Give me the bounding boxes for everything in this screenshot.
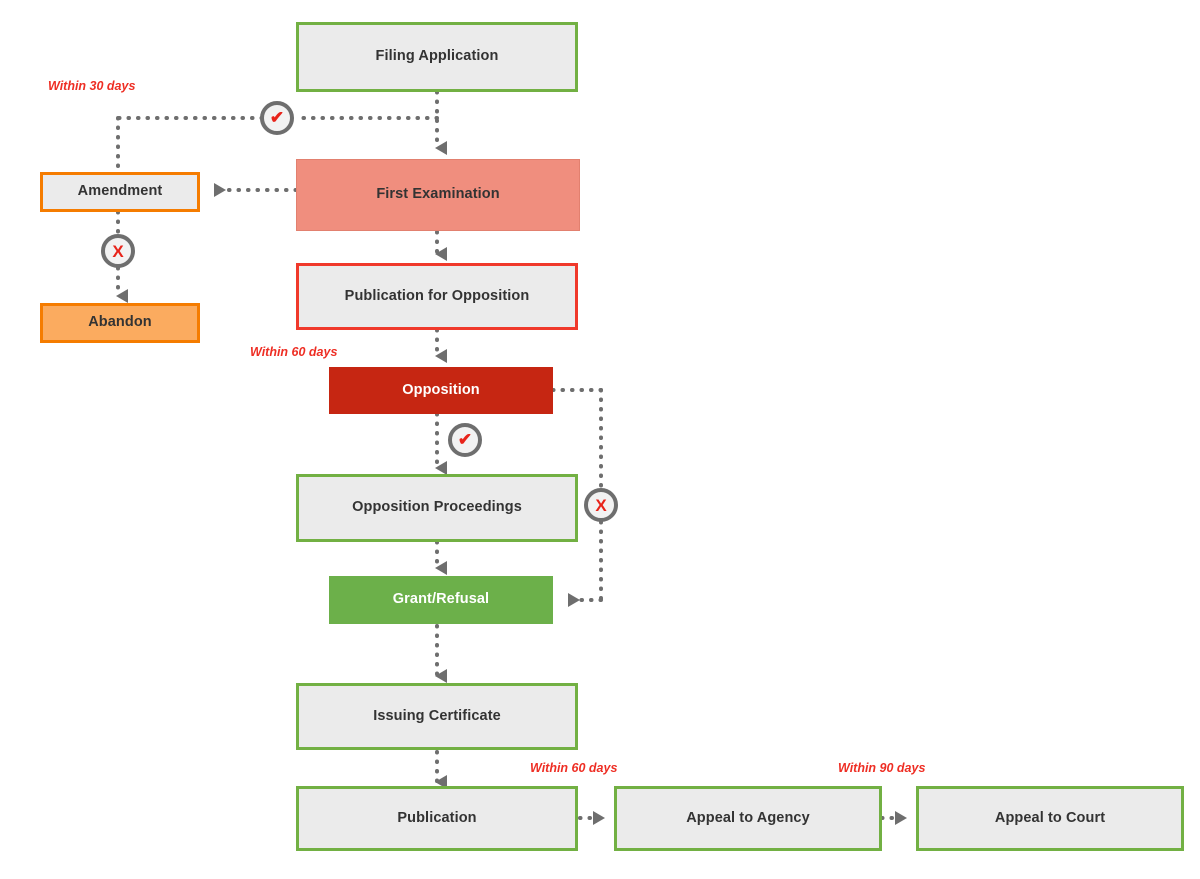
cross-icon-amendment-branch: X [101,234,135,268]
flowchart-canvas: Filing Application Amendment Abandon Fir… [0,0,1200,879]
time-label-within-60-days-opposition: Within 60 days [250,345,338,359]
node-label: Filing Application [375,48,499,65]
node-publication[interactable]: Publication [296,786,578,851]
cross-glyph: X [595,495,607,515]
node-label: Amendment [77,183,163,200]
node-label: Appeal to Court [994,809,1106,826]
connector-layer [116,90,907,825]
node-grant-refusal[interactable]: Grant/Refusal [329,576,553,624]
node-label: Grant/Refusal [392,591,490,608]
node-publication-for-opposition[interactable]: Publication for Opposition [296,263,578,330]
node-abandon[interactable]: Abandon [40,303,200,343]
node-label: First Examination [376,186,500,203]
node-label: Opposition Proceedings [352,499,522,516]
check-icon-opposition-branch: ✔ [448,423,482,457]
check-icon-filing-branch: ✔ [260,101,294,135]
time-label-within-30-days: Within 30 days [48,79,136,93]
time-label-within-60-days-appeal: Within 60 days [530,761,618,775]
node-label: Opposition [402,381,480,398]
node-label: Issuing Certificate [373,707,501,724]
node-first-examination[interactable]: First Examination [296,159,580,231]
check-glyph: ✔ [269,108,285,127]
check-glyph: ✔ [457,430,473,449]
cross-icon-opposition-branch: X [584,488,618,522]
node-label: Publication for Opposition [344,287,530,304]
cross-glyph: X [112,241,124,261]
node-filing-application[interactable]: Filing Application [296,22,578,92]
node-issuing-certificate[interactable]: Issuing Certificate [296,683,578,750]
node-opposition-proceedings[interactable]: Opposition Proceedings [296,474,578,542]
node-opposition[interactable]: Opposition [329,367,553,414]
node-appeal-to-court[interactable]: Appeal to Court [916,786,1184,851]
node-appeal-to-agency[interactable]: Appeal to Agency [614,786,882,851]
node-label: Appeal to Agency [686,809,810,826]
node-label: Publication [397,809,477,826]
time-label-within-90-days: Within 90 days [838,761,926,775]
node-amendment[interactable]: Amendment [40,172,200,212]
node-label: Abandon [88,314,152,331]
